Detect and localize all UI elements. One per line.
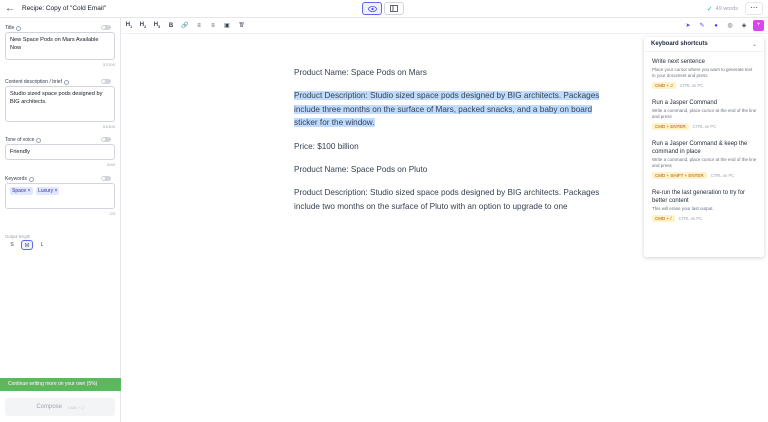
shortcut-name: Write next sentence	[652, 59, 705, 65]
info-icon	[36, 137, 42, 143]
doc-paragraph: Product Description: Studio sized space …	[294, 188, 600, 211]
shortcut-pc: CTRL on PC	[710, 173, 735, 178]
length-s-button[interactable]: S	[6, 240, 18, 250]
bold-button[interactable]: B	[164, 23, 178, 29]
tone-counter: 8/40	[107, 162, 115, 167]
keyword-chip[interactable]: Luxury ×	[36, 187, 60, 195]
top-bar: ← Recipe: Copy of "Cold Email" ✓ 49 word…	[0, 0, 768, 18]
heading1-button[interactable]: H1	[122, 22, 136, 29]
editor-right-tools: ➤ ✎ ● ◎ ◈ +	[683, 20, 764, 31]
shortcut-item: Re-run the last generation to try for be…	[644, 183, 764, 226]
doc-paragraph: Price: $100 billion	[294, 141, 359, 151]
continue-writing-bar[interactable]: Continue writing more on your own (5%)	[0, 378, 121, 391]
word-count-text: 49 words	[715, 6, 738, 12]
title-input[interactable]: New Space Pods on Mars Available Now	[5, 32, 115, 60]
shortcut-key: CMD + /	[652, 215, 675, 222]
shortcut-name: Re-run the last generation to try for be…	[652, 190, 746, 204]
bullet-list-icon[interactable]: ≡	[192, 23, 206, 29]
description-input[interactable]: Studio sized space pods designed by BIG …	[5, 86, 115, 122]
title-label: Title	[5, 24, 115, 32]
doc-paragraph: Product Name: Space Pods on Pluto	[294, 165, 428, 175]
output-length-label: Output length	[5, 234, 31, 239]
keyword-chip[interactable]: Space ×	[10, 187, 33, 195]
shortcut-item: Run a Jasper Command & keep the command …	[644, 134, 764, 183]
shortcuts-title: Keyboard shortcuts	[651, 41, 708, 47]
selected-text: Product Description: Studio sized space …	[294, 91, 600, 128]
doc-paragraph-highlighted: Product Description: Studio sized space …	[294, 89, 604, 129]
back-arrow-icon[interactable]: ←	[1, 0, 19, 18]
shortcut-key: CMD + SHIFT + ENTER	[652, 172, 707, 179]
link-icon[interactable]: 🔗	[178, 22, 192, 29]
tone-input[interactable]: Friendly	[5, 144, 115, 160]
shortcut-pc: CTRL on PC	[678, 216, 703, 221]
view-toggle	[362, 2, 404, 15]
globe-icon[interactable]: ●	[711, 21, 721, 31]
tone-toggle[interactable]	[101, 137, 111, 142]
title-field-group: Title New Space Pods on Mars Available N…	[5, 24, 115, 67]
chevron-down-icon[interactable]: ⌄	[752, 41, 757, 48]
keywords-label: Keywords	[5, 175, 115, 183]
info-icon	[63, 79, 69, 85]
shortcut-item: Run a Jasper Command Write a command, pl…	[644, 93, 764, 134]
keywords-counter: 2/3	[109, 211, 115, 216]
clear-format-icon[interactable]: T̸	[234, 23, 248, 29]
preview-eye-button[interactable]	[362, 2, 382, 15]
shortcut-pc: CTRL on PC	[679, 83, 704, 88]
editor-toolbar: H1 H2 H3 B 🔗 ≡ ≡ ▣ T̸ ➤ ✎ ● ◎ ◈ +	[122, 18, 768, 34]
document-body[interactable]: Product Name: Space Pods on Mars Product…	[294, 66, 604, 223]
share-icon[interactable]: ➤	[683, 21, 693, 31]
description-field-group: Content description / brief Studio sized…	[5, 78, 115, 129]
keyboard-shortcuts-panel: Keyboard shortcuts ⌄ Write next sentence…	[644, 37, 764, 257]
check-icon: ✓	[706, 6, 713, 13]
eye-icon	[367, 5, 377, 12]
shortcut-desc: Write a command, place cursor at the end…	[652, 108, 757, 119]
info-icon	[28, 176, 34, 182]
layout-icon	[390, 5, 398, 12]
description-label: Content description / brief	[5, 78, 115, 86]
shortcut-name: Run a Jasper Command	[652, 100, 718, 106]
shortcut-desc: Write a command, place cursor at the end…	[652, 157, 757, 168]
heading2-button[interactable]: H2	[136, 22, 150, 29]
description-toggle[interactable]	[101, 79, 111, 84]
keywords-toggle[interactable]	[101, 176, 111, 181]
title-toggle[interactable]	[101, 25, 111, 30]
sidebar-layout-button[interactable]	[384, 2, 404, 15]
length-l-button[interactable]: L	[36, 240, 48, 250]
word-count: ✓ 49 words	[707, 5, 738, 13]
pen-icon[interactable]: ✎	[697, 21, 707, 31]
document-title: Recipe: Copy of "Cold Email"	[22, 5, 107, 12]
compose-button[interactable]: Compose CMD + J	[5, 398, 115, 416]
length-m-button[interactable]: M	[21, 240, 33, 250]
description-counter: 51/400	[102, 124, 115, 129]
compose-shortcut: CMD + J	[68, 404, 84, 410]
left-panel: Title New Space Pods on Mars Available N…	[0, 18, 121, 422]
image-icon[interactable]: ▣	[220, 22, 234, 29]
shortcut-item: Write next sentence Place your cursor wh…	[644, 52, 764, 93]
doc-paragraph: Product Name: Space Pods on Mars	[294, 68, 427, 77]
shortcut-key: CMD + ENTER	[652, 123, 689, 130]
tone-label: Tone of voice	[5, 136, 115, 144]
shortcut-key: CMD + J	[652, 82, 676, 89]
shortcut-pc: CTRL on PC	[692, 124, 717, 129]
shortcut-name: Run a Jasper Command & keep the command …	[652, 141, 748, 155]
output-length-selector: S M L	[6, 240, 48, 250]
numbered-list-icon[interactable]: ≡	[206, 23, 220, 29]
heading3-button[interactable]: H3	[150, 22, 164, 29]
tone-field-group: Tone of voice Friendly 8/40	[5, 136, 115, 167]
compose-label: Compose	[36, 404, 62, 410]
keywords-field-group: Keywords Space × Luxury × 2/3	[5, 175, 115, 216]
title-counter: 37/100	[102, 62, 115, 67]
shield-icon[interactable]: ◈	[739, 21, 749, 31]
keywords-input[interactable]: Space × Luxury ×	[5, 183, 115, 209]
info-icon	[16, 25, 22, 31]
more-options-button[interactable]: ⋯	[745, 2, 763, 15]
plus-button[interactable]: +	[753, 20, 764, 31]
target-icon[interactable]: ◎	[725, 21, 735, 31]
shortcuts-header[interactable]: Keyboard shortcuts ⌄	[644, 37, 764, 52]
shortcut-desc: This will erase your last output.	[652, 206, 714, 211]
shortcut-desc: Place your cursor where you want to gene…	[652, 67, 753, 78]
